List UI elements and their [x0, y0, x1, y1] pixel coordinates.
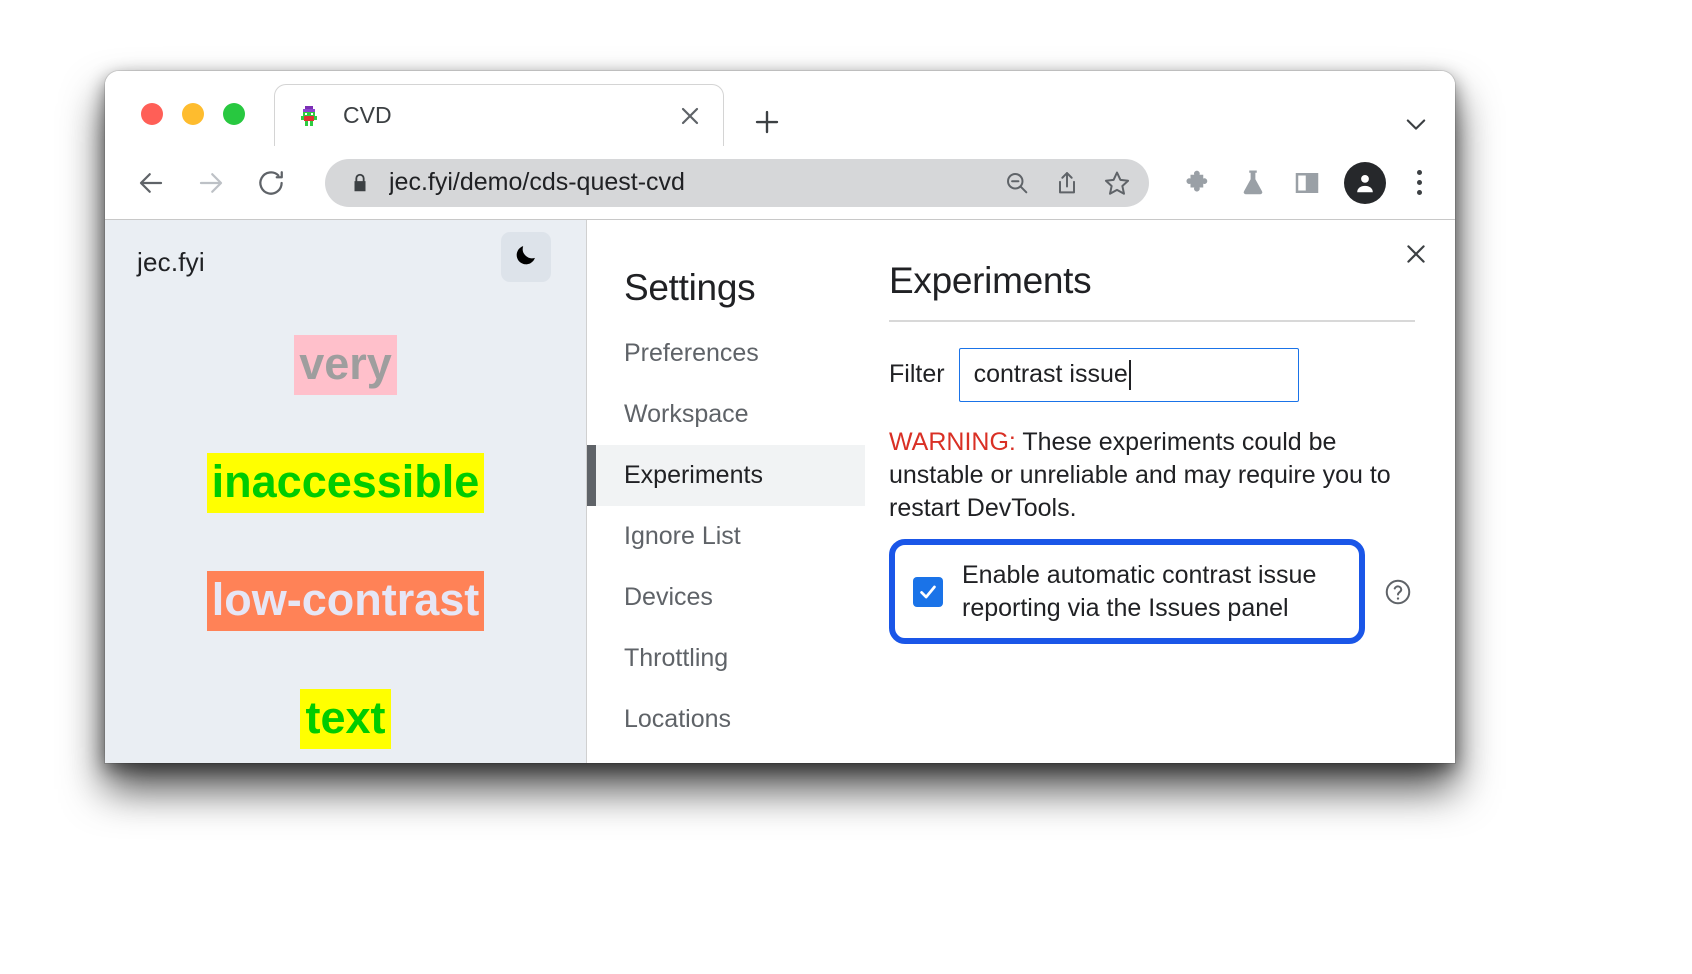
- settings-sidebar: Settings Preferences Workspace Experimen…: [587, 255, 865, 763]
- sidebar-item-label: Preferences: [624, 339, 759, 367]
- dino-character-favicon: [297, 104, 321, 128]
- back-button[interactable]: [129, 161, 173, 205]
- sidebar-item-label: Ignore List: [624, 522, 741, 550]
- address-bar[interactable]: jec.fyi/demo/cds-quest-cvd: [325, 159, 1149, 207]
- experiment-row: Enable automatic contrast issue reportin…: [889, 539, 1415, 644]
- sidebar-item-label: Locations: [624, 705, 731, 733]
- warning-text: WARNING: These experiments could be unst…: [889, 426, 1415, 526]
- sidebar-item-devices[interactable]: Devices: [587, 567, 865, 628]
- settings-main-panel: Experiments Filter contrast issue WARNIN…: [865, 255, 1455, 763]
- tab-strip: CVD: [105, 71, 1455, 146]
- sidebar-item-throttling[interactable]: Throttling: [587, 628, 865, 689]
- devtools-settings-dialog: Settings Preferences Workspace Experimen…: [586, 220, 1455, 763]
- experiment-label: Enable automatic contrast issue reportin…: [962, 559, 1341, 624]
- filter-row: Filter contrast issue: [889, 348, 1415, 402]
- experiment-highlight-box[interactable]: Enable automatic contrast issue reportin…: [889, 539, 1365, 644]
- browser-tab[interactable]: CVD: [274, 84, 724, 146]
- page-title: Settings: [587, 255, 865, 323]
- sidebar-item-label: Experiments: [624, 461, 763, 489]
- contrast-sample-word: text: [300, 689, 390, 749]
- new-tab-button[interactable]: [750, 105, 784, 139]
- dark-mode-toggle[interactable]: [501, 232, 551, 282]
- sidebar-item-experiments[interactable]: Experiments: [587, 445, 865, 506]
- sidebar-item-ignore-list[interactable]: Ignore List: [587, 506, 865, 567]
- browser-window: CVD: [105, 71, 1455, 763]
- warning-prefix: WARNING:: [889, 428, 1016, 456]
- browser-viewport: jec.fyi very inaccessible low-contrast t…: [105, 220, 1455, 763]
- text-cursor: [1129, 360, 1131, 390]
- sidebar-item-preferences[interactable]: Preferences: [587, 323, 865, 384]
- reload-button[interactable]: [249, 161, 293, 205]
- moon-icon: [513, 242, 539, 273]
- sidebar-item-label: Devices: [624, 583, 713, 611]
- help-circle-icon[interactable]: [1381, 575, 1415, 609]
- url-text: jec.fyi/demo/cds-quest-cvd: [389, 168, 989, 197]
- flask-icon[interactable]: [1231, 161, 1275, 205]
- sidebar-item-label: Throttling: [624, 644, 728, 672]
- contrast-sample-list: very inaccessible low-contrast text: [105, 335, 586, 749]
- contrast-sample-word: very: [294, 335, 397, 395]
- kebab-dot: [1417, 190, 1422, 195]
- forward-button[interactable]: [189, 161, 233, 205]
- filter-input-value: contrast issue: [974, 360, 1128, 389]
- contrast-sample-word: low-contrast: [207, 571, 485, 631]
- browser-toolbar: jec.fyi/demo/cds-quest-cvd: [105, 146, 1455, 220]
- minimize-window-button[interactable]: [182, 103, 204, 125]
- star-icon[interactable]: [1095, 161, 1139, 205]
- kebab-dot: [1417, 170, 1422, 175]
- sidebar-item-locations[interactable]: Locations: [587, 689, 865, 750]
- site-logo[interactable]: jec.fyi: [137, 247, 205, 278]
- close-icon[interactable]: [1399, 237, 1433, 271]
- settings-nav: Preferences Workspace Experiments Ignore…: [587, 323, 865, 750]
- panel-title: Experiments: [889, 260, 1415, 320]
- lock-icon: [349, 172, 371, 194]
- maximize-window-button[interactable]: [223, 103, 245, 125]
- filter-label: Filter: [889, 360, 945, 389]
- kebab-dot: [1417, 180, 1422, 185]
- sidebar-item-workspace[interactable]: Workspace: [587, 384, 865, 445]
- share-icon[interactable]: [1045, 161, 1089, 205]
- avatar[interactable]: [1343, 161, 1387, 205]
- settings-body: Settings Preferences Workspace Experimen…: [587, 220, 1455, 763]
- search-input[interactable]: contrast issue: [959, 348, 1299, 402]
- screenshot-root: CVD: [0, 0, 1692, 974]
- tab-search-chevron-down-icon[interactable]: [1399, 107, 1433, 141]
- sidebar-item-label: Workspace: [624, 400, 749, 428]
- demo-page: jec.fyi very inaccessible low-contrast t…: [105, 220, 586, 763]
- tab-title: CVD: [343, 102, 675, 129]
- zoom-out-icon[interactable]: [995, 161, 1039, 205]
- side-panel-icon[interactable]: [1285, 161, 1329, 205]
- close-tab-button[interactable]: [675, 101, 705, 131]
- kebab-menu-icon[interactable]: [1401, 160, 1437, 206]
- experiment-checkbox[interactable]: [913, 577, 943, 607]
- puzzle-icon[interactable]: [1177, 161, 1221, 205]
- avatar-icon: [1344, 162, 1386, 204]
- close-window-button[interactable]: [141, 103, 163, 125]
- window-controls: [141, 103, 245, 125]
- divider: [889, 320, 1415, 322]
- contrast-sample-word: inaccessible: [207, 453, 485, 513]
